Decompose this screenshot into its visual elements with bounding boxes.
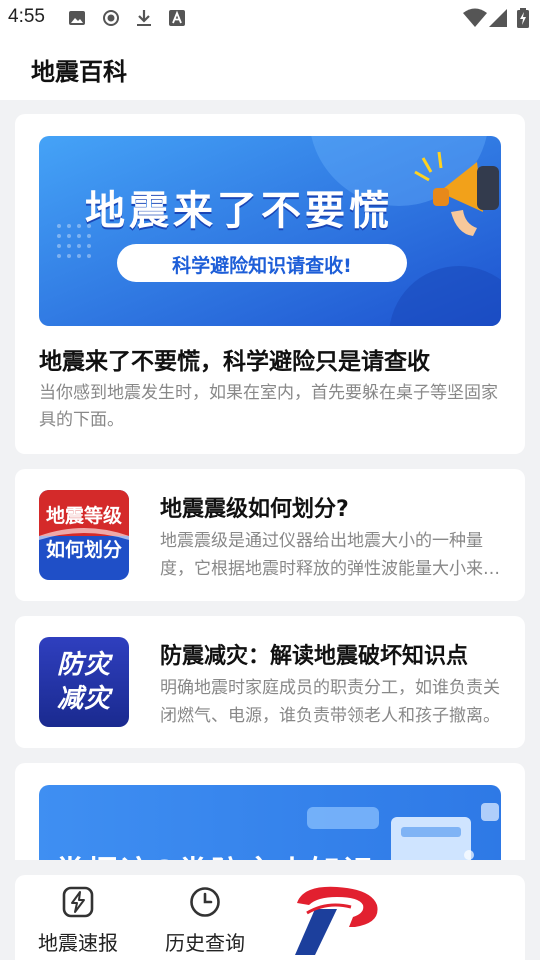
download-icon [137, 10, 151, 26]
page-title: 地震百科 [31, 58, 127, 86]
article-description: 地震震级是通过仪器给出地震大小的一种量度，它根据地震时释放的弹性波能量大小来划分… [160, 531, 500, 579]
feature-article-card[interactable]: 地震来了不要慌 科学避险知识请查收! 地震来了不要慌，科学避险只是请查收 当你感… [15, 114, 525, 454]
clock-icon [190, 887, 220, 917]
article-title: 防震减灾：解读地震破坏知识点 [160, 644, 469, 669]
thumb-text-line2: 如何划分 [45, 539, 122, 561]
battery-charging-icon [517, 8, 529, 28]
record-icon [103, 10, 119, 26]
nav-item-history[interactable]: 历史查询 [150, 885, 260, 955]
thumb-text-line2: 减灾 [56, 684, 111, 714]
feature-description: 当你感到地震发生时，如果在室内，首先要躲在桌子等坚固家具的下面。 [39, 383, 498, 430]
feature-title: 地震来了不要慌，科学避险只是请查收 [39, 349, 430, 375]
feature-article-card[interactable]: 掌握这8类防灾小知识 [15, 763, 525, 860]
thumb-text-line1: 地震等级 [45, 505, 122, 527]
bottom-navigation: 地震速报 历史查询 [15, 875, 525, 960]
bolt-icon [62, 886, 94, 918]
nav-label: 历史查询 [165, 931, 245, 955]
article-thumbnail: 防灾 减灾 [39, 637, 129, 727]
text-a-icon [169, 10, 185, 26]
article-description: 明确地震时家庭成员的职责分工，如谁负责关闭燃气、电源，谁负责带领老人和孩子撤离。 [160, 678, 500, 726]
list-item[interactable]: 防灾 减灾 防震减灾：解读地震破坏知识点 明确地震时家庭成员的职责分工，如谁负责… [15, 616, 525, 748]
wifi-icon [463, 8, 487, 27]
signal-icon [489, 9, 507, 27]
banner-headline: 地震来了不要慌 [85, 188, 393, 234]
brand-logo-icon[interactable] [293, 883, 383, 955]
status-time: 4:55 [8, 6, 45, 27]
status-bar: 4:55 [0, 0, 540, 36]
list-item[interactable]: 地震等级 如何划分 地震震级如何划分? 地震震级是通过仪器给出地震大小的一种量度… [15, 469, 525, 601]
article-thumbnail: 地震等级 如何划分 [39, 490, 129, 580]
article-title: 地震震级如何划分? [160, 497, 349, 522]
nav-item-earthquake-news[interactable]: 地震速报 [23, 885, 133, 955]
feature-banner: 地震来了不要慌 科学避险知识请查收! [39, 136, 501, 326]
app-bar: 地震百科 [0, 36, 540, 100]
banner-subtitle: 科学避险知识请查收! [172, 255, 352, 277]
thumb-text-line1: 防灾 [56, 650, 111, 680]
article-feed[interactable]: 地震来了不要慌 科学避险知识请查收! 地震来了不要慌，科学避险只是请查收 当你感… [0, 100, 540, 860]
image-icon [69, 11, 85, 25]
peek-banner-text: 掌握这8类防灾小知识 [55, 847, 376, 860]
feature-banner: 掌握这8类防灾小知识 [39, 785, 501, 860]
nav-label: 地震速报 [38, 931, 118, 955]
